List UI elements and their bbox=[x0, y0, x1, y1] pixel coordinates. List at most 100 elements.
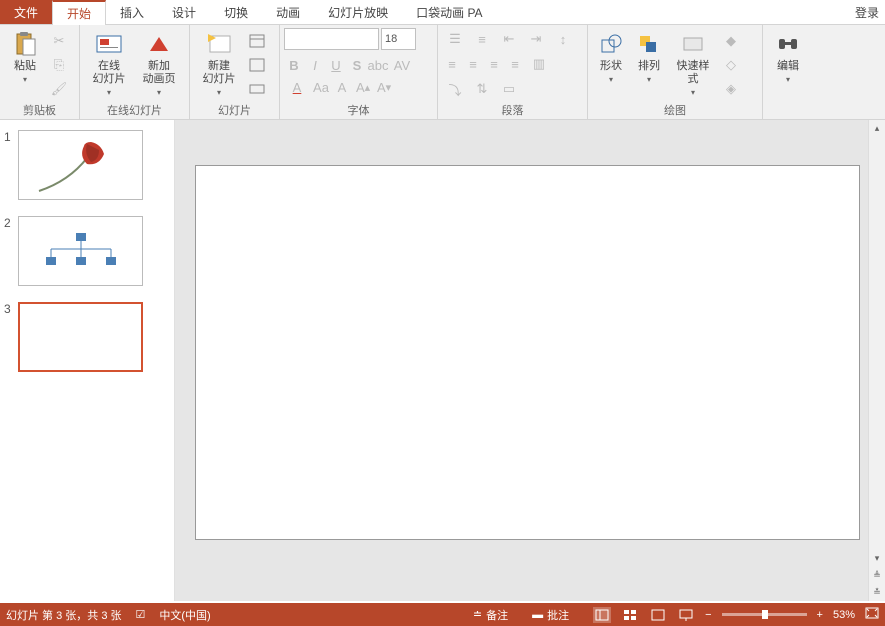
new-slide-icon bbox=[205, 30, 233, 58]
line-spacing-button[interactable]: ↕ bbox=[550, 28, 576, 50]
indent-dec-button[interactable]: ⇤ bbox=[496, 28, 522, 50]
group-clipboard: 粘贴 ▾ ✂ ⎘ 🖌 剪贴板 bbox=[0, 25, 80, 119]
group-slides: 新建 幻灯片 ▾ 幻灯片 bbox=[190, 25, 280, 119]
group-drawing: 形状 ▾ 排列 ▾ 快速样式 ▾ ◆ ◇ ◈ 绘图 bbox=[588, 25, 763, 119]
login-link[interactable]: 登录 bbox=[849, 0, 885, 24]
tab-design[interactable]: 设计 bbox=[158, 0, 210, 24]
clear-format-button[interactable]: A bbox=[332, 76, 352, 98]
online-slide-label: 在线 幻灯片 bbox=[93, 60, 126, 86]
tab-animation[interactable]: 动画 bbox=[262, 0, 314, 24]
tab-home[interactable]: 开始 bbox=[52, 0, 106, 25]
normal-view-button[interactable] bbox=[593, 607, 611, 623]
next-slide-icon[interactable]: ≛ bbox=[869, 584, 885, 601]
fit-window-button[interactable] bbox=[865, 607, 879, 622]
vertical-scrollbar[interactable]: ▴ ▾ ≜ ≛ bbox=[868, 120, 885, 601]
slideshow-view-button[interactable] bbox=[677, 607, 695, 623]
format-painter-button[interactable]: 🖌 bbox=[48, 78, 70, 100]
shapes-button[interactable]: 形状 ▾ bbox=[592, 28, 630, 102]
shadow-button[interactable]: S bbox=[347, 54, 367, 76]
indent-inc-button[interactable]: ⇥ bbox=[523, 28, 549, 50]
drawing-group-label: 绘图 bbox=[588, 102, 762, 119]
group-paragraph: ☰ ≡ ⇤ ⇥ ↕ ≡ ≡ ≡ ≡ ▥ ⤵ ⇅ ▭ 段落 bbox=[438, 25, 588, 119]
shape-effects-button[interactable]: ◈ bbox=[720, 78, 742, 100]
notes-icon: ≐ bbox=[473, 608, 482, 621]
section-button[interactable] bbox=[246, 78, 268, 100]
copy-button[interactable]: ⎘ bbox=[48, 54, 70, 76]
align-left-button[interactable]: ≡ bbox=[442, 53, 462, 75]
quick-styles-button[interactable]: 快速样式 ▾ bbox=[668, 28, 718, 102]
text-direction-button[interactable]: ⤵ bbox=[442, 78, 468, 100]
new-slide-label: 新建 幻灯片 bbox=[203, 60, 236, 86]
font-size-combo[interactable]: 18 bbox=[381, 28, 416, 50]
slide-thumbnail-2[interactable] bbox=[18, 216, 143, 286]
slide-thumbnails-panel: 1 2 3 bbox=[0, 120, 175, 601]
cut-button[interactable]: ✂ bbox=[48, 30, 70, 52]
shrink-font-button[interactable]: A▾ bbox=[374, 76, 394, 98]
shape-fill-button[interactable]: ◆ bbox=[720, 30, 742, 52]
bullets-button[interactable]: ☰ bbox=[442, 28, 468, 50]
sorter-view-button[interactable] bbox=[621, 607, 639, 623]
reading-view-button[interactable] bbox=[649, 607, 667, 623]
spellcheck-icon[interactable]: ☑ bbox=[136, 608, 146, 621]
bold-button[interactable]: B bbox=[284, 54, 304, 76]
underline-button[interactable]: U bbox=[326, 54, 346, 76]
online-slide-button[interactable]: 在线 幻灯片 ▾ bbox=[84, 28, 134, 102]
align-right-button[interactable]: ≡ bbox=[484, 53, 504, 75]
slide-thumbnail-3[interactable] bbox=[18, 302, 143, 372]
notes-button[interactable]: ≐ 备注 bbox=[473, 607, 508, 623]
tab-insert[interactable]: 插入 bbox=[106, 0, 158, 24]
group-font: 18 B I U S abc AV A Aa A A▴ A▾ 字体 bbox=[280, 25, 438, 119]
org-chart-image bbox=[41, 231, 121, 275]
align-center-button[interactable]: ≡ bbox=[463, 53, 483, 75]
scroll-up-icon[interactable]: ▴ bbox=[869, 120, 885, 137]
font-color-button[interactable]: A bbox=[284, 76, 310, 98]
new-anim-page-button[interactable]: 新加 动画页 ▾ bbox=[134, 28, 184, 102]
group-editing: 编辑 ▾ bbox=[763, 25, 813, 119]
zoom-in-button[interactable]: + bbox=[817, 609, 823, 621]
slide-counter[interactable]: 幻灯片 第 3 张，共 3 张 bbox=[6, 607, 122, 623]
slide-thumbnail-1[interactable] bbox=[18, 130, 143, 200]
spacing-button[interactable]: AV bbox=[389, 54, 415, 76]
notes-label: 备注 bbox=[486, 607, 508, 623]
reset-button[interactable] bbox=[246, 54, 268, 76]
language-indicator[interactable]: 中文(中国) bbox=[159, 607, 210, 623]
chevron-down-icon: ▾ bbox=[107, 86, 111, 99]
tab-transition[interactable]: 切换 bbox=[210, 0, 262, 24]
slide-canvas[interactable] bbox=[195, 165, 860, 540]
find-button[interactable]: 编辑 ▾ bbox=[767, 28, 809, 102]
italic-button[interactable]: I bbox=[305, 54, 325, 76]
change-case-button[interactable]: Aa bbox=[311, 76, 331, 98]
prev-slide-icon[interactable]: ≜ bbox=[869, 567, 885, 584]
chevron-down-icon: ▾ bbox=[609, 73, 613, 86]
justify-button[interactable]: ≡ bbox=[505, 53, 525, 75]
chevron-down-icon: ▾ bbox=[647, 73, 651, 86]
comments-icon: ▬ bbox=[532, 609, 543, 621]
zoom-slider[interactable] bbox=[722, 613, 807, 616]
new-anim-icon bbox=[145, 30, 173, 58]
zoom-slider-handle[interactable] bbox=[762, 610, 768, 619]
zoom-level[interactable]: 53% bbox=[833, 609, 855, 621]
zoom-out-button[interactable]: − bbox=[705, 609, 711, 621]
new-slide-button[interactable]: 新建 幻灯片 ▾ bbox=[194, 28, 244, 102]
tab-slideshow[interactable]: 幻灯片放映 bbox=[314, 0, 402, 24]
tab-pocket[interactable]: 口袋动画 PA bbox=[402, 0, 496, 24]
smartart-button[interactable]: ▭ bbox=[496, 78, 522, 100]
align-text-button[interactable]: ⇅ bbox=[469, 78, 495, 100]
paste-button[interactable]: 粘贴 ▾ bbox=[4, 28, 46, 102]
grow-font-button[interactable]: A▴ bbox=[353, 76, 373, 98]
paragraph-group-label: 段落 bbox=[438, 102, 587, 119]
scroll-down-icon[interactable]: ▾ bbox=[869, 550, 885, 567]
tab-file[interactable]: 文件 bbox=[0, 0, 52, 24]
layout-button[interactable] bbox=[246, 30, 268, 52]
chevron-down-icon: ▾ bbox=[691, 86, 695, 99]
columns-button[interactable]: ▥ bbox=[526, 53, 552, 75]
comments-button[interactable]: ▬批注 bbox=[532, 607, 569, 623]
font-name-combo[interactable] bbox=[284, 28, 379, 50]
shape-outline-button[interactable]: ◇ bbox=[720, 54, 742, 76]
strike-button[interactable]: abc bbox=[368, 54, 388, 76]
tulip-image bbox=[29, 136, 129, 196]
binoculars-icon bbox=[774, 30, 802, 58]
arrange-icon bbox=[635, 30, 663, 58]
numbering-button[interactable]: ≡ bbox=[469, 28, 495, 50]
arrange-button[interactable]: 排列 ▾ bbox=[630, 28, 668, 102]
